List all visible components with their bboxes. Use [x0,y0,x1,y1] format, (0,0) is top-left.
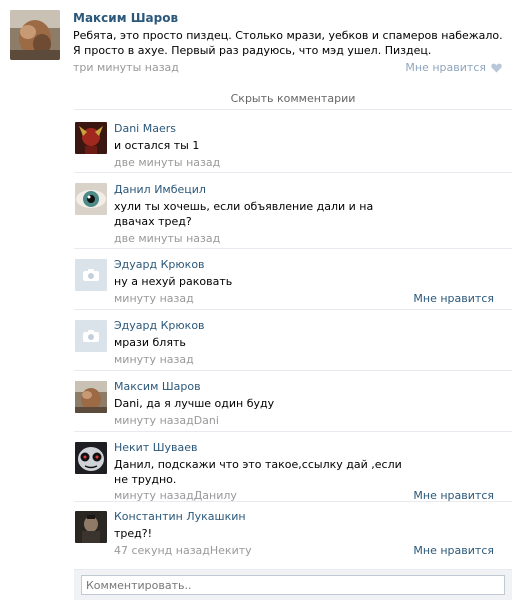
commenter-avatar[interactable] [75,320,107,352]
comment-text: мрази блять [114,336,186,349]
comment-like-button[interactable]: Мне нравится [413,292,494,305]
comment-item: Данил Имбецил хули ты хочешь, если объяв… [74,173,512,249]
comment-timestamp[interactable]: две минуты назад [114,232,220,245]
comment-list: Dani Maers и остался ты 1 две минуты наз… [74,112,512,559]
comment-author[interactable]: Эдуард Крюков [114,258,205,271]
heart-icon [491,63,502,72]
commenter-avatar[interactable] [75,183,107,215]
commenter-avatar[interactable] [75,511,107,543]
comment-timestamp[interactable]: минуту назадDani [114,414,219,427]
comment-like-button[interactable]: Мне нравится [413,544,494,557]
comment-author[interactable]: Эдуард Крюков [114,319,205,332]
post-text: Ребята, это просто пиздец. Столько мрази… [73,29,503,57]
commenter-avatar[interactable] [75,442,107,474]
comment-author[interactable]: Dani Maers [114,122,176,135]
comment-text: хули ты хочешь, если объявление дали и н… [114,200,374,228]
comment-text: Данил, подскажи что это такое,ссылку дай… [114,458,402,486]
comment-item: Эдуард Крюков мрази блять минуту назад [74,310,512,371]
post-like-button[interactable]: Мне нравится [405,61,502,74]
comment-timestamp[interactable]: 47 секунд назадНекиту [114,544,252,557]
post-author-avatar[interactable] [10,10,60,60]
comment-text: Dani, да я лучше один буду [114,397,275,410]
comment-author[interactable]: Данил Имбецил [114,183,206,196]
comment-item: Константин Лукашкин тред?! 47 секунд наз… [74,502,512,559]
comment-timestamp[interactable]: минуту назад [114,353,194,366]
comment-text: и остался ты 1 [114,139,200,152]
comment-timestamp[interactable]: минуту назадДанилу [114,489,237,502]
camera-icon [75,259,107,291]
comment-text: ну а нехуй раковать [114,275,233,288]
commenter-avatar[interactable] [75,259,107,291]
comment-item: Эдуард Крюков ну а нехуй раковать минуту… [74,249,512,310]
comment-form [74,569,512,600]
comment-timestamp[interactable]: две минуты назад [114,156,220,169]
comment-timestamp[interactable]: минуту назад [114,292,194,305]
commenter-avatar[interactable] [75,122,107,154]
comment-item: Dani Maers и остался ты 1 две минуты наз… [74,112,512,173]
comment-author[interactable]: Константин Лукашкин [114,510,246,523]
comment-author[interactable]: Максим Шаров [114,380,201,393]
post-author-name[interactable]: Максим Шаров [73,11,178,25]
camera-icon [75,320,107,352]
comment-author[interactable]: Некит Шуваев [114,441,197,454]
wall-post: Максим Шаров Ребята, это просто пиздец. … [0,0,522,84]
hide-comments-link[interactable]: Скрыть комментарии [74,88,512,110]
post-timestamp[interactable]: три минуты назад [73,61,179,74]
comment-item: Некит Шуваев Данил, подскажи что это так… [74,432,512,502]
comment-item: Максим Шаров Dani, да я лучше один буду … [74,371,512,432]
post-like-label: Мне нравится [405,61,486,74]
comment-input[interactable] [81,575,505,595]
comment-like-button[interactable]: Мне нравится [413,489,494,502]
comment-text: тред?! [114,527,153,540]
commenter-avatar[interactable] [75,381,107,413]
